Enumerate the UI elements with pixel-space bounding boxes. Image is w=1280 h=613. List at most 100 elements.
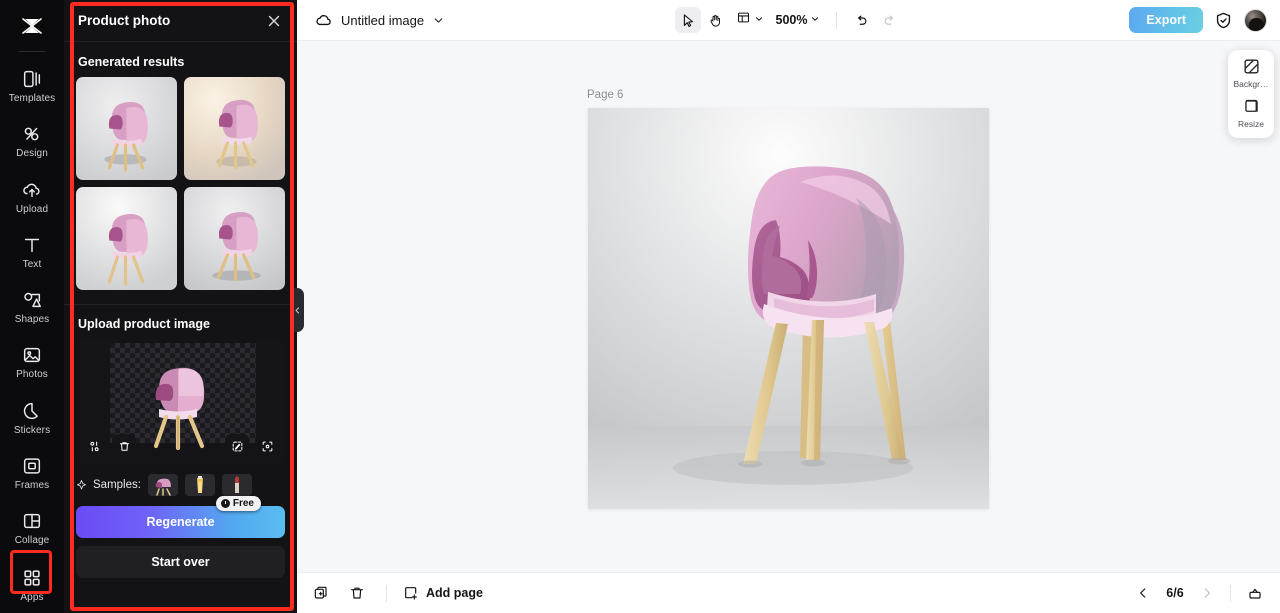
free-badge: Free xyxy=(215,496,261,511)
samples-label-group: Samples: xyxy=(76,479,141,491)
image-tools-overlay xyxy=(76,434,285,458)
sidebar-label: Text xyxy=(22,258,42,270)
zoom-level-label: 500% xyxy=(775,13,808,27)
sidebar-item-design[interactable]: Design xyxy=(0,114,64,169)
collage-icon xyxy=(21,510,43,532)
product-photo-panel: Product photo Generated results Upload p… xyxy=(64,0,297,613)
prev-page-button[interactable] xyxy=(1132,582,1154,604)
samples-row: Samples: xyxy=(64,464,297,496)
sidebar-item-stickers[interactable]: Stickers xyxy=(0,390,64,445)
editor-canvas[interactable]: Page 6 Backgr… Resize xyxy=(297,41,1280,572)
panel-header: Product photo xyxy=(64,0,297,42)
sidebar-label: Shapes xyxy=(14,314,50,326)
sidebar-label: Stickers xyxy=(13,424,51,436)
page-view-icon xyxy=(736,10,751,30)
capcut-editor-window: Templates Design Upload Text Shapes Phot… xyxy=(0,0,1280,613)
panel-collapse-handle[interactable] xyxy=(290,288,304,332)
product-photo-image xyxy=(588,108,989,509)
bottombar-divider-right xyxy=(1230,584,1231,602)
cta-zone: Free Regenerate xyxy=(64,496,297,538)
magic-edit-icon[interactable] xyxy=(225,434,249,458)
artboard[interactable] xyxy=(588,108,989,509)
redo-button[interactable] xyxy=(876,7,902,33)
sample-drink-thumbnail[interactable] xyxy=(184,474,215,496)
result-thumbnail[interactable] xyxy=(184,77,285,180)
sidebar-item-apps[interactable]: Apps xyxy=(0,558,64,613)
top-toolbar: Untitled image 500% Export xyxy=(297,0,1280,41)
apps-grid-icon xyxy=(21,567,43,589)
bottombar-right: 6/6 xyxy=(1132,581,1267,605)
background-icon xyxy=(1242,57,1261,76)
frames-icon xyxy=(21,455,43,477)
sidebar-label: Templates xyxy=(8,93,56,105)
shapes-icon xyxy=(21,289,43,311)
sidebar-item-collage[interactable]: Collage xyxy=(0,501,64,556)
resize-tool[interactable]: Resize xyxy=(1228,97,1274,129)
samples-label: Samples: xyxy=(93,479,141,491)
panel-title: Product photo xyxy=(78,13,171,28)
result-thumbnail[interactable] xyxy=(76,77,177,180)
avatar[interactable] xyxy=(1244,8,1267,32)
expand-icon[interactable] xyxy=(255,434,279,458)
upload-product-image-area[interactable] xyxy=(76,339,285,464)
cloud-save-icon xyxy=(314,11,333,30)
generated-results-heading: Generated results xyxy=(78,55,185,69)
delete-page-icon[interactable] xyxy=(344,580,370,606)
add-page-icon xyxy=(405,587,417,600)
sidebar-label: Photos xyxy=(16,369,48,381)
image-tools-left xyxy=(82,434,136,458)
page-indicator: 6/6 xyxy=(1166,586,1184,600)
sidebar-item-text[interactable]: Text xyxy=(0,224,64,279)
panel-body: Generated results Upload product image S… xyxy=(64,42,297,613)
photos-icon xyxy=(21,344,43,366)
chevron-down-icon[interactable] xyxy=(432,14,445,27)
capcut-logo-icon[interactable] xyxy=(0,4,64,47)
bottombar-divider xyxy=(386,584,387,602)
topbar-left: Untitled image xyxy=(297,11,445,30)
upload-cloud-icon xyxy=(21,179,43,201)
page-view-selector[interactable] xyxy=(731,7,769,33)
result-thumbnail[interactable] xyxy=(184,187,285,290)
shield-check-icon[interactable] xyxy=(1214,11,1233,30)
sample-lipstick-thumbnail[interactable] xyxy=(221,474,252,496)
undo-button[interactable] xyxy=(848,7,874,33)
topbar-right: Export xyxy=(1129,7,1267,33)
export-tray-icon xyxy=(1249,588,1261,599)
replace-image-icon[interactable] xyxy=(82,434,106,458)
hand-tool[interactable] xyxy=(703,7,729,33)
cursor-tool[interactable] xyxy=(674,7,701,33)
duplicate-page-icon[interactable] xyxy=(308,580,334,606)
add-page-label: Add page xyxy=(426,586,483,600)
export-button[interactable]: Export xyxy=(1129,7,1203,33)
chevron-left-icon xyxy=(295,306,299,314)
sample-chair-thumbnail[interactable] xyxy=(147,474,178,496)
generated-results-grid xyxy=(64,77,297,290)
start-over-button[interactable]: Start over xyxy=(76,546,285,578)
add-page-button[interactable]: Add page xyxy=(403,585,483,601)
sidebar-item-upload[interactable]: Upload xyxy=(0,169,64,224)
next-page-button[interactable] xyxy=(1196,582,1218,604)
resize-tool-label: Resize xyxy=(1238,119,1264,129)
sidebar-item-shapes[interactable]: Shapes xyxy=(0,279,64,334)
background-tool-label: Backgr… xyxy=(1233,79,1269,89)
background-tool[interactable]: Backgr… xyxy=(1228,57,1274,89)
sidebar-item-frames[interactable]: Frames xyxy=(0,445,64,500)
document-title[interactable]: Untitled image xyxy=(341,13,424,28)
sidebar-item-photos[interactable]: Photos xyxy=(0,335,64,390)
coin-icon xyxy=(220,499,230,508)
toolbar-divider xyxy=(836,11,838,29)
zoom-selector[interactable]: 500% xyxy=(771,8,826,32)
floating-tools-panel: Backgr… Resize xyxy=(1228,50,1274,138)
result-thumbnail[interactable] xyxy=(76,187,177,290)
sidebar-item-templates[interactable]: Templates xyxy=(0,58,64,113)
delete-icon[interactable] xyxy=(112,434,136,458)
sparkle-icon xyxy=(77,480,86,490)
templates-icon xyxy=(21,68,43,90)
export-tray-button[interactable] xyxy=(1243,581,1267,605)
page-label: Page 6 xyxy=(587,89,624,101)
rail-divider xyxy=(19,51,45,53)
product-photo-panel-wrapper: Product photo Generated results Upload p… xyxy=(64,0,297,613)
chevron-left-icon xyxy=(1140,588,1146,598)
close-icon[interactable] xyxy=(265,12,283,30)
sidebar-label: Frames xyxy=(14,479,50,491)
